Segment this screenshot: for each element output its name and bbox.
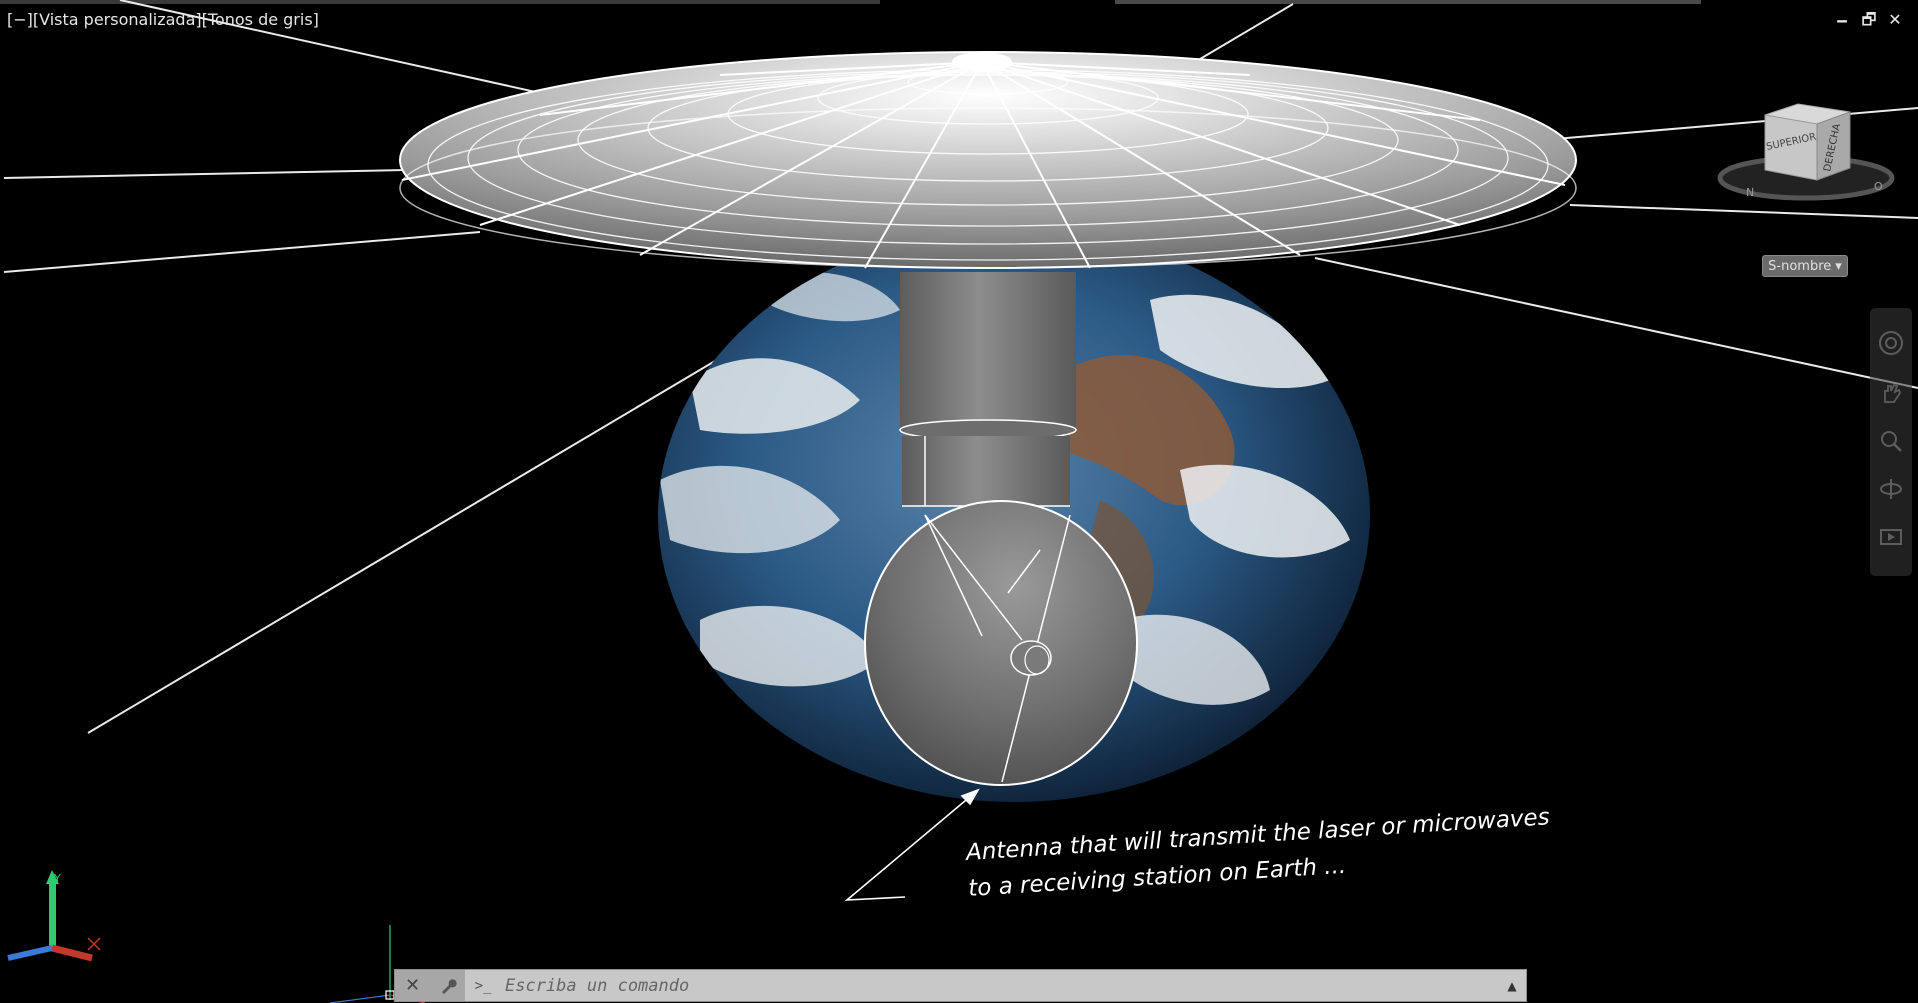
pan-hand-icon[interactable] xyxy=(1876,378,1906,408)
transmitting-dish xyxy=(864,500,1138,786)
viewcube[interactable]: SUPERIOR DERECHA N O xyxy=(1717,103,1895,201)
close-button[interactable]: ✕ xyxy=(1885,10,1905,30)
3d-scene[interactable]: Y SUPERIOR DERECHA N O xyxy=(0,0,1918,1003)
wrench-icon[interactable] xyxy=(436,974,460,998)
visual-style-menu[interactable]: [Tonos de gris] xyxy=(202,10,319,29)
support-cylinder xyxy=(899,272,1077,507)
steering-wheel-icon[interactable] xyxy=(1876,328,1906,358)
compass-n: N xyxy=(1746,186,1754,199)
minimize-button[interactable]: 🗕 xyxy=(1832,10,1852,30)
restore-button[interactable]: 🗗 xyxy=(1859,10,1879,30)
showmotion-icon[interactable] xyxy=(1876,522,1906,552)
command-input[interactable] xyxy=(501,971,1498,1000)
drawing-viewport[interactable]: Y SUPERIOR DERECHA N O [−][Vista persona… xyxy=(0,0,1918,1003)
view-name-menu[interactable]: [Vista personalizada] xyxy=(33,10,202,29)
chevron-down-icon: ▾ xyxy=(1835,258,1842,274)
ucs-y-label: Y xyxy=(53,872,61,885)
command-line[interactable]: ✕ >_ ▲ xyxy=(394,969,1527,1002)
wcs-menu-button[interactable]: S-nombre ▾ xyxy=(1762,255,1848,277)
viewport-controls-label[interactable]: [−][Vista personalizada][Tonos de gris] xyxy=(7,10,319,29)
zoom-icon[interactable] xyxy=(1876,426,1906,456)
command-prompt-icon[interactable]: >_ xyxy=(465,970,501,1001)
ucs-icon: Y xyxy=(7,870,101,962)
compass-o: O xyxy=(1874,180,1883,193)
navigation-bar[interactable] xyxy=(1870,308,1912,576)
command-history-icon[interactable]: ▲ xyxy=(1498,970,1526,1001)
orbit-icon[interactable] xyxy=(1876,474,1906,504)
close-icon[interactable]: ✕ xyxy=(401,974,425,998)
viewport-control-menu[interactable]: [−] xyxy=(7,10,33,29)
command-line-tools: ✕ xyxy=(395,970,465,1001)
wcs-menu-label: S-nombre xyxy=(1768,258,1832,274)
annotation-leader xyxy=(844,788,980,901)
umbrella-reflector xyxy=(399,51,1577,269)
